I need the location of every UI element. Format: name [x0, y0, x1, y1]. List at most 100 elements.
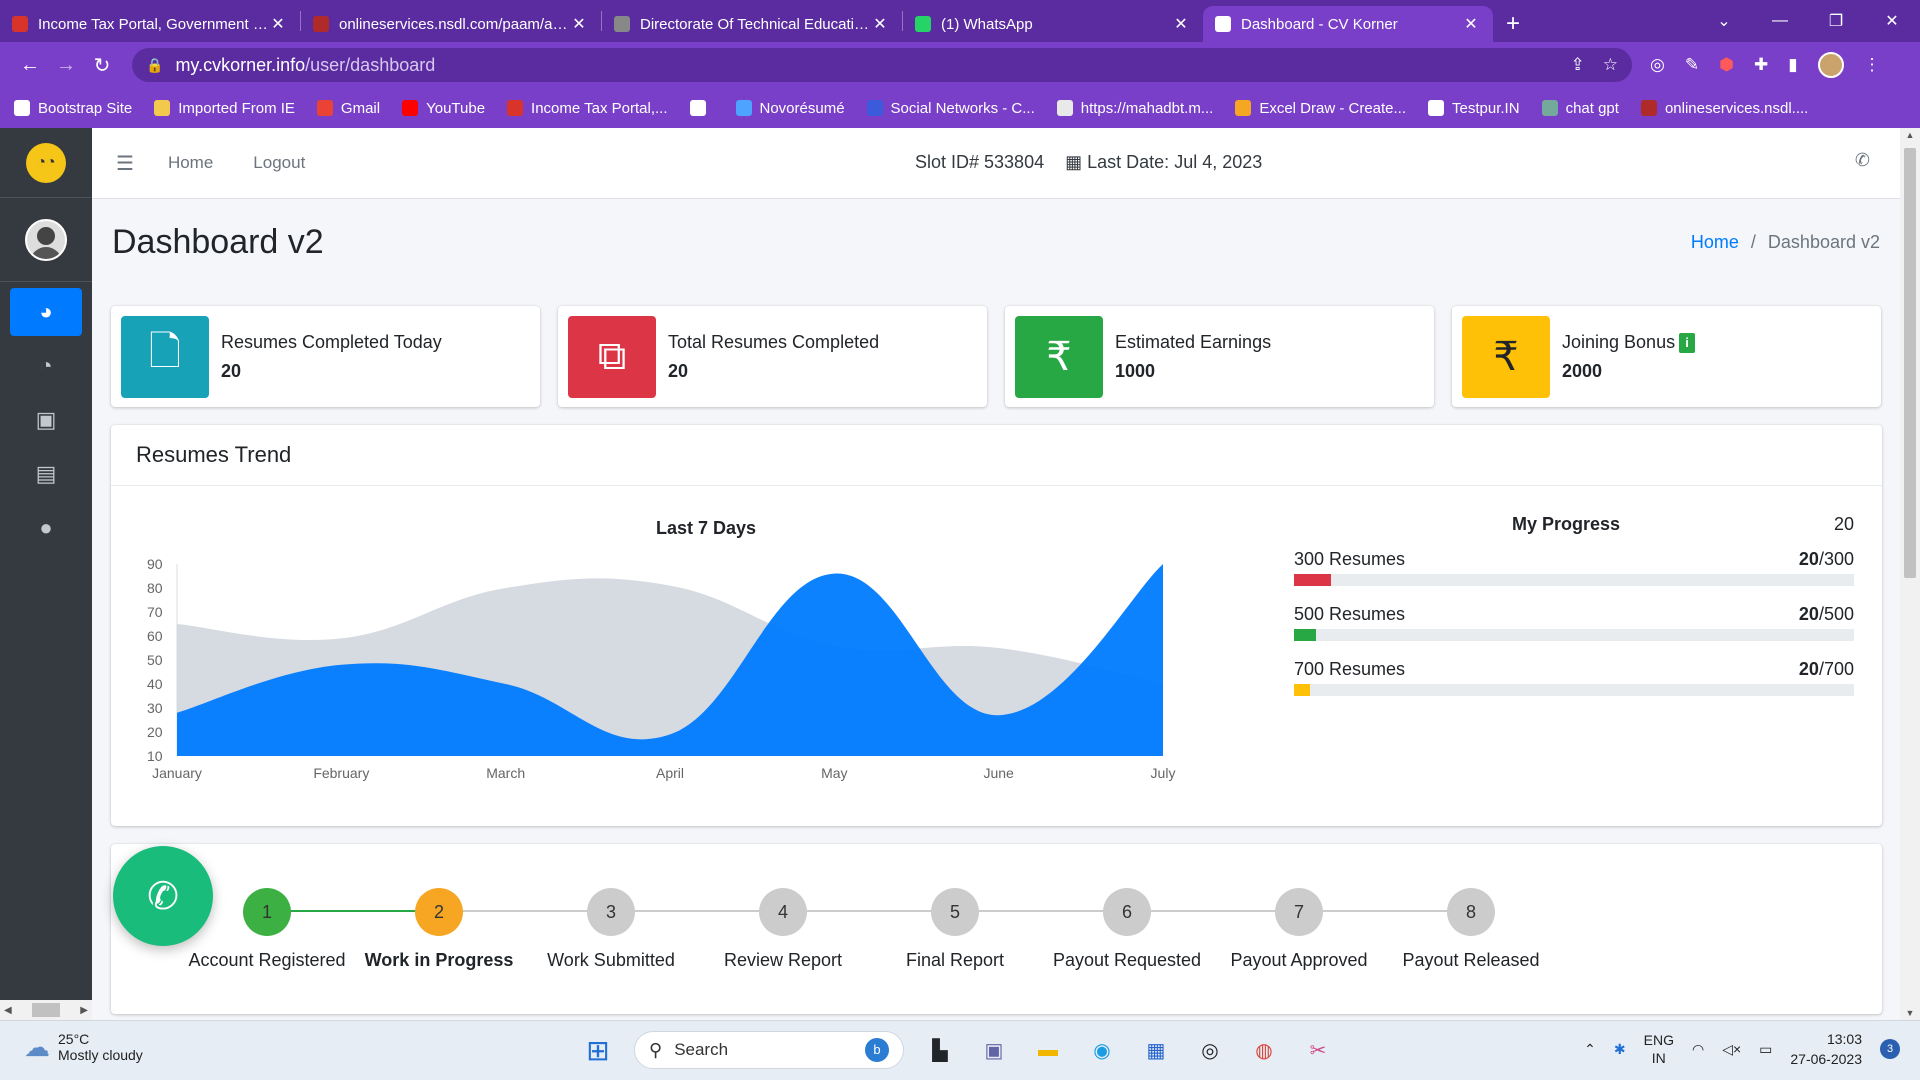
progress-label: 700 Resumes	[1294, 659, 1406, 679]
bookmark-item[interactable]: Novorésumé	[735, 100, 845, 117]
bookmark-item[interactable]: Social Networks - C...	[866, 100, 1035, 117]
scroll-right-icon[interactable]: ▶	[80, 1005, 88, 1016]
breadcrumb-home-link[interactable]: Home	[1691, 232, 1739, 252]
bookmark-item[interactable]: Income Tax Portal,...	[507, 100, 668, 117]
chrome-icon[interactable]: ◍	[1246, 1032, 1282, 1068]
browser-tab[interactable]: onlineservices.nsdl.com/paam/auth ✕	[301, 6, 601, 42]
tab-favicon-icon	[12, 16, 28, 32]
nav-home-link[interactable]: Home	[168, 153, 213, 173]
breadcrumb-separator: /	[1750, 231, 1756, 252]
sidebar-horizontal-scrollbar[interactable]: ◀ ▶	[0, 1000, 92, 1020]
windows-start-icon[interactable]: ⊞	[580, 1032, 616, 1068]
info-box: 🗋 Resumes Completed Today 20	[111, 306, 540, 407]
tab-close-icon[interactable]: ✕	[569, 14, 589, 34]
extension-ublock-icon[interactable]: ⬢	[1719, 55, 1734, 75]
url-input[interactable]: 🔒 my.cvkorner.info/user/dashboard ⇪ ☆	[132, 48, 1632, 82]
taskbar-search-input[interactable]: ⚲ Search b	[634, 1031, 904, 1069]
share-icon[interactable]: ⇪	[1571, 55, 1585, 75]
sidebar-item-profile[interactable]: ●	[10, 504, 82, 552]
floating-call-button[interactable]: ✆	[113, 846, 213, 946]
battery-icon[interactable]: ▭	[1759, 1041, 1772, 1058]
task-view-icon[interactable]: ▙	[922, 1032, 958, 1068]
tab-search-icon[interactable]: ⌄	[1696, 11, 1752, 31]
progress-fill	[1294, 629, 1317, 641]
info-badge-icon[interactable]: i	[1679, 332, 1696, 353]
bookmark-item[interactable]: Excel Draw - Create...	[1235, 100, 1406, 117]
y-tick-label: 30	[147, 700, 163, 716]
back-icon[interactable]: ←	[12, 54, 48, 77]
bookmark-star-icon[interactable]: ☆	[1603, 55, 1618, 75]
bookmark-item[interactable]: Bootstrap Site	[14, 100, 132, 117]
pie-chart-icon: ◔	[39, 353, 53, 378]
bookmark-item[interactable]: Testpur.IN	[1428, 100, 1520, 117]
language-indicator[interactable]: ENG IN	[1644, 1031, 1674, 1067]
restore-button[interactable]: ❐	[1808, 11, 1864, 31]
bookmark-item[interactable]: YouTube	[402, 100, 485, 117]
sidebar-item-dashboard[interactable]: ◕	[10, 288, 82, 336]
bookmark-item[interactable]: Gmail	[316, 100, 380, 117]
bookmark-label: onlineservices.nsdl....	[1664, 99, 1809, 117]
new-tab-button[interactable]: +	[1493, 6, 1533, 42]
scroll-down-icon[interactable]: ▼	[1900, 1008, 1920, 1018]
profile-avatar[interactable]	[1817, 52, 1844, 78]
edge-browser-icon[interactable]: ◉	[1084, 1032, 1120, 1068]
bluetooth-icon[interactable]: ✱	[1614, 1041, 1626, 1058]
progress-count: 20	[1833, 514, 1854, 534]
extension-target-icon[interactable]: ◎	[1650, 55, 1665, 75]
close-window-button[interactable]: ✕	[1864, 11, 1920, 31]
browser-tab[interactable]: Income Tax Portal, Government of India✕	[0, 6, 300, 42]
tab-close-icon[interactable]: ✕	[1461, 14, 1481, 34]
clock[interactable]: 13:03 27-06-2023	[1790, 1029, 1862, 1069]
bookmark-favicon-icon	[154, 100, 171, 116]
browser-tab[interactable]: (1) WhatsApp ✕	[903, 6, 1203, 42]
step-label: Payout Requested	[1052, 950, 1202, 970]
menu-toggle-icon[interactable]: ☰	[116, 151, 134, 176]
weather-widget[interactable]: ☁ 25°C Mostly cloudy	[24, 1031, 143, 1063]
bookmark-item[interactable]: Imported From IE	[154, 100, 295, 117]
minimize-button[interactable]: —	[1752, 12, 1808, 30]
bookmark-favicon-icon	[1428, 100, 1445, 116]
extension-dropper-icon[interactable]: ✎	[1685, 55, 1699, 75]
snipping-tool-icon[interactable]: ✂	[1300, 1032, 1336, 1068]
progress-row: 500 Resumes 20/500	[1294, 604, 1854, 641]
sidebar-item-payments[interactable]: ▣	[10, 396, 82, 444]
brand-logo[interactable]: ◔◔	[0, 128, 92, 198]
tab-close-icon[interactable]: ✕	[268, 14, 288, 34]
bookmark-favicon-icon	[14, 100, 30, 116]
side-panel-icon[interactable]: ▮	[1788, 55, 1797, 75]
notification-badge[interactable]: 3	[1880, 1039, 1900, 1059]
browser-tab[interactable]: Directorate Of Technical Education ✕	[602, 6, 902, 42]
bookmark-item[interactable]: chat gpt	[1541, 100, 1619, 117]
volume-muted-icon[interactable]: ◁×	[1722, 1041, 1741, 1058]
scroll-thumb[interactable]	[1904, 148, 1916, 578]
file-explorer-icon[interactable]: ▬	[1030, 1032, 1066, 1068]
teams-chat-icon[interactable]: ▣	[976, 1032, 1012, 1068]
scroll-up-icon[interactable]: ▲	[1900, 130, 1920, 140]
user-panel[interactable]	[0, 198, 92, 282]
tab-close-icon[interactable]: ✕	[1171, 14, 1191, 34]
phone-icon[interactable]: ✆	[1855, 150, 1870, 171]
wifi-icon[interactable]: ◠	[1692, 1041, 1704, 1058]
bing-icon[interactable]: b	[865, 1038, 889, 1062]
reload-icon[interactable]: ↻	[84, 53, 120, 78]
sidebar-item-resumes[interactable]: ▤	[10, 450, 82, 498]
browser-tab[interactable]: Dashboard - CV Korner ✕	[1203, 6, 1493, 42]
workflow-step: 3 Work Submitted	[511, 888, 711, 971]
dell-icon[interactable]: ◎	[1192, 1032, 1228, 1068]
scroll-left-icon[interactable]: ◀	[4, 1005, 12, 1016]
progress-label: 300 Resumes	[1294, 549, 1406, 569]
scroll-thumb[interactable]	[32, 1003, 60, 1017]
extensions-puzzle-icon[interactable]: ✚	[1754, 55, 1768, 75]
page-vertical-scrollbar[interactable]: ▲ ▼	[1900, 128, 1920, 1020]
lock-icon[interactable]: 🔒	[146, 57, 163, 74]
bookmark-item[interactable]	[689, 100, 714, 116]
bookmark-item[interactable]: https://mahadbt.m...	[1056, 100, 1213, 117]
bookmark-item[interactable]: onlineservices.nsdl....	[1640, 99, 1809, 117]
show-hidden-icons-icon[interactable]: ⌃	[1584, 1041, 1596, 1058]
browser-menu-icon[interactable]: ⋮	[1864, 55, 1881, 75]
nav-logout-link[interactable]: Logout	[253, 153, 305, 173]
tab-close-icon[interactable]: ✕	[870, 14, 890, 34]
sidebar-item-reports[interactable]: ◔	[10, 342, 82, 390]
forward-icon[interactable]: →	[48, 54, 84, 77]
microsoft-store-icon[interactable]: ▦	[1138, 1032, 1174, 1068]
